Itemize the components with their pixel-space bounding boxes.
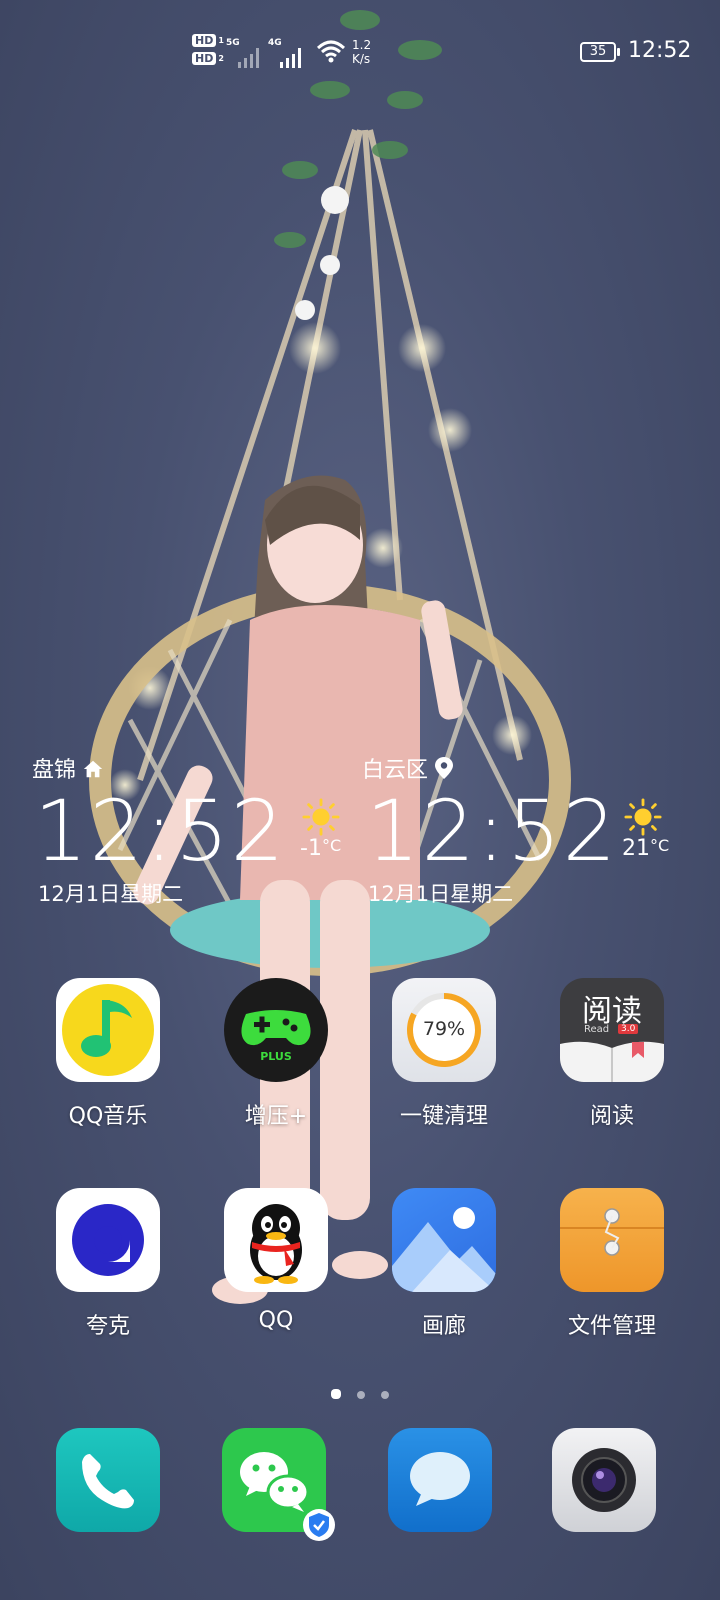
sun-icon bbox=[302, 798, 340, 836]
files-icon bbox=[560, 1188, 664, 1292]
page-indicator[interactable] bbox=[0, 1384, 720, 1399]
app-label: 夸克 bbox=[85, 1314, 130, 1339]
reader-icon: 阅读 Read 3.0 bbox=[560, 978, 664, 1082]
home-time: 12:52 bbox=[34, 782, 287, 880]
reader-icon-version: 3.0 bbox=[618, 1024, 639, 1034]
dock-messages[interactable] bbox=[388, 1428, 492, 1532]
app-label: 阅读 bbox=[589, 1104, 634, 1129]
phone-icon bbox=[56, 1428, 160, 1532]
app-reader[interactable]: 阅读 Read 3.0 阅读 bbox=[542, 978, 682, 1148]
boost-plus-icon: PLUS bbox=[224, 978, 328, 1082]
cleaner-icon: 79% bbox=[392, 978, 496, 1082]
app-qq-music[interactable]: QQ音乐 bbox=[38, 978, 178, 1148]
boost-plus-badge: PLUS bbox=[260, 1050, 292, 1063]
qq-music-icon bbox=[56, 978, 160, 1082]
app-label: 文件管理 bbox=[567, 1314, 656, 1339]
hd1-label: HD bbox=[195, 34, 214, 47]
battery-level: 35 bbox=[589, 44, 607, 59]
app-qq[interactable]: QQ bbox=[206, 1188, 346, 1358]
messages-icon bbox=[388, 1428, 492, 1532]
clock-widget-home[interactable]: 盘锦 12:52 12月1日星期二 -1°C bbox=[0, 748, 360, 918]
clock-widget-current[interactable]: 白云区 12:52 12月1日星期二 21°C bbox=[360, 748, 720, 918]
current-temperature: 21°C bbox=[622, 836, 669, 861]
hd1-sub: 1 bbox=[218, 36, 224, 45]
qq-icon bbox=[224, 1188, 328, 1292]
app-label: 一键清理 bbox=[399, 1104, 488, 1129]
current-date: 12月1日星期二 bbox=[368, 882, 514, 906]
signal-bars-icon bbox=[280, 48, 301, 68]
app-label: 画廊 bbox=[421, 1314, 466, 1339]
current-city-name: 白云区 bbox=[362, 758, 429, 783]
cleaner-percent: 79% bbox=[422, 1018, 466, 1040]
home-temperature: -1°C bbox=[300, 836, 341, 861]
home-city-name: 盘锦 bbox=[32, 758, 77, 783]
reader-icon-title: 阅读 bbox=[582, 994, 642, 1029]
current-temp-unit: °C bbox=[650, 836, 670, 855]
current-time: 12:52 bbox=[366, 782, 619, 880]
status-bar-time: 12:52 bbox=[628, 38, 692, 63]
app-files[interactable]: 文件管理 bbox=[542, 1188, 682, 1358]
sim1-network-type: 5G bbox=[226, 38, 240, 48]
gallery-icon bbox=[392, 1188, 496, 1292]
dock-camera[interactable] bbox=[552, 1428, 656, 1532]
home-date: 12月1日星期二 bbox=[38, 882, 184, 906]
page-dot-2[interactable] bbox=[357, 1391, 365, 1399]
sun-icon bbox=[624, 798, 662, 836]
app-gallery[interactable]: 画廊 bbox=[374, 1188, 514, 1358]
page-dot-3[interactable] bbox=[381, 1391, 389, 1399]
dock-phone[interactable] bbox=[56, 1428, 160, 1532]
quark-icon bbox=[56, 1188, 160, 1292]
app-boost-plus[interactable]: PLUS 增压+ bbox=[206, 978, 346, 1148]
current-city: 白云区 bbox=[362, 752, 454, 784]
page-dot-1[interactable] bbox=[331, 1389, 341, 1399]
home-temp-unit: °C bbox=[321, 836, 342, 855]
home-city: 盘锦 bbox=[32, 752, 104, 784]
hd2-label: HD bbox=[195, 52, 214, 65]
current-temp-value: 21 bbox=[622, 836, 650, 861]
sim2-network-type: 4G bbox=[268, 38, 282, 48]
network-speed-value: 1.2 bbox=[352, 38, 372, 52]
battery-indicator: 35 bbox=[580, 42, 620, 62]
location-pin-icon bbox=[435, 757, 454, 779]
app-label: 增压+ bbox=[244, 1104, 308, 1129]
reader-icon-sub: Read bbox=[584, 1024, 610, 1035]
home-temp-value: -1 bbox=[300, 836, 322, 861]
dock-wechat[interactable] bbox=[222, 1428, 335, 1541]
home-icon bbox=[83, 760, 103, 778]
wifi-icon bbox=[316, 40, 346, 63]
network-speed: 1.2 K/s bbox=[352, 38, 371, 66]
verified-badge-icon bbox=[303, 1509, 335, 1541]
app-label: QQ音乐 bbox=[68, 1104, 148, 1129]
app-cleaner[interactable]: 79% 一键清理 bbox=[374, 978, 514, 1148]
app-quark[interactable]: 夸克 bbox=[38, 1188, 178, 1358]
camera-icon bbox=[552, 1428, 656, 1532]
status-bar: HD 1 HD 2 5G 4G 1.2 K/s 35 12:52 bbox=[0, 0, 720, 100]
signal-bars-icon bbox=[238, 48, 259, 68]
hd2-sub: 2 bbox=[218, 54, 224, 63]
hd-voice-indicators: HD 1 HD 2 bbox=[192, 34, 224, 70]
app-label: QQ bbox=[258, 1308, 294, 1333]
network-speed-unit: K/s bbox=[352, 52, 371, 66]
